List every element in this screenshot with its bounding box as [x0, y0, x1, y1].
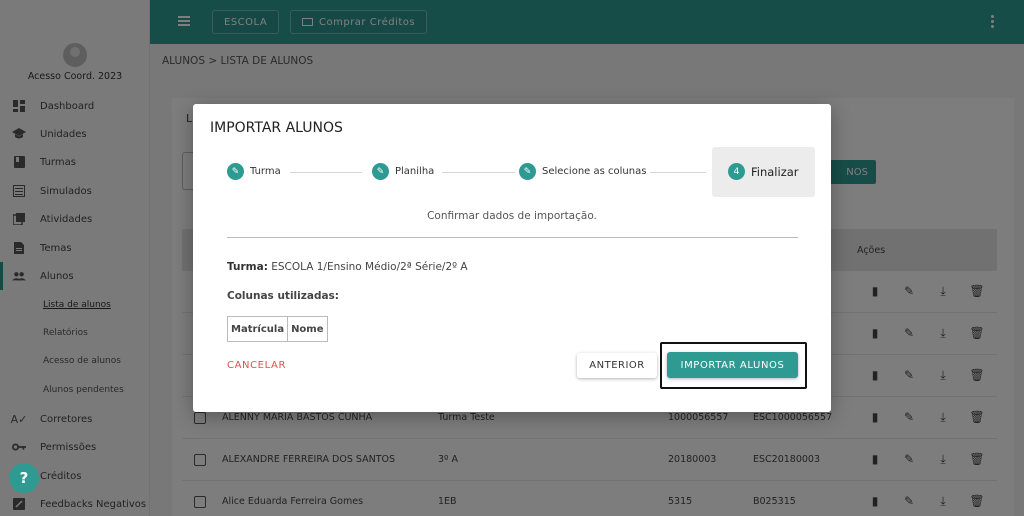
step-label: Turma	[250, 166, 281, 177]
turma-summary: Turma: ESCOLA 1/Ensino Médio/2ª Série/2º…	[227, 261, 468, 273]
previous-button[interactable]: ANTERIOR	[577, 353, 657, 378]
step-label: Finalizar	[751, 164, 799, 179]
turma-label: Turma:	[227, 261, 268, 273]
columns-table: Matrícula Nome	[227, 316, 328, 342]
column-nome: Nome	[291, 323, 324, 335]
stepper-connector	[442, 172, 515, 173]
divider	[227, 237, 798, 238]
columns-label: Colunas utilizadas:	[227, 290, 339, 302]
dialog-title: IMPORTAR ALUNOS	[210, 120, 343, 136]
step-planilha[interactable]: ✎ Planilha	[372, 163, 434, 180]
step-number: 4	[728, 163, 745, 180]
import-students-button[interactable]: IMPORTAR ALUNOS	[667, 352, 798, 378]
help-icon[interactable]: ?	[9, 463, 39, 493]
step-label: Selecione as colunas	[542, 166, 647, 177]
step-finalizar[interactable]: 4 Finalizar	[728, 163, 799, 180]
column-matricula: Matrícula	[228, 317, 289, 341]
step-selecione-colunas[interactable]: ✎ Selecione as colunas	[519, 163, 646, 180]
cancel-button[interactable]: CANCELAR	[227, 352, 286, 378]
step-turma[interactable]: ✎ Turma	[227, 163, 281, 180]
stepper-connector	[650, 172, 706, 173]
stepper-connector	[290, 172, 362, 173]
confirm-text: Confirmar dados de importação.	[427, 210, 597, 222]
edit-icon: ✎	[519, 163, 536, 180]
step-label: Planilha	[395, 166, 435, 177]
edit-icon: ✎	[227, 163, 244, 180]
edit-icon: ✎	[372, 163, 389, 180]
import-dialog: IMPORTAR ALUNOS ✎ Turma ✎ Planilha ✎ Sel…	[193, 104, 831, 412]
turma-value: ESCOLA 1/Ensino Médio/2ª Série/2º A	[271, 261, 468, 273]
